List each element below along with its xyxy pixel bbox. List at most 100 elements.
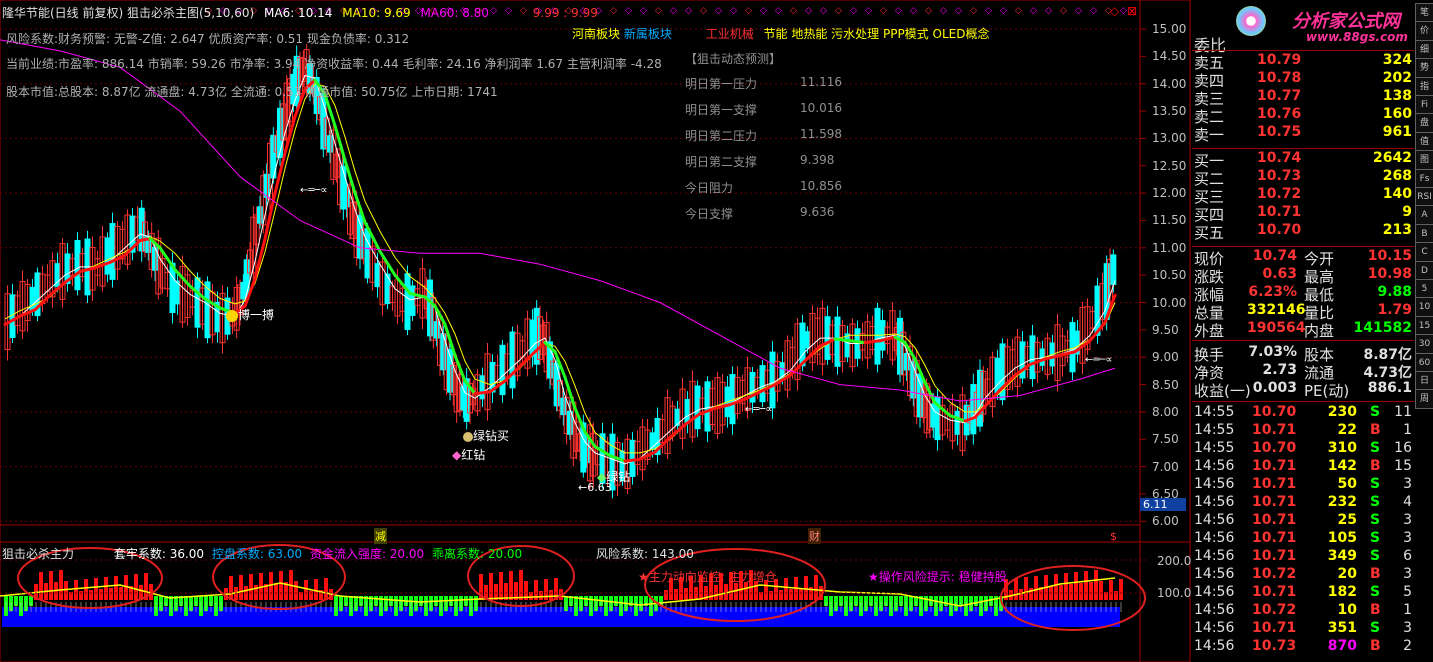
indicator-bar (789, 589, 793, 600)
tick-direction: S (1370, 512, 1381, 528)
indicator-bar (79, 591, 83, 600)
side-toolbar-button[interactable]: B (1415, 223, 1433, 244)
signal-marker-icon: ◇ (730, 6, 737, 16)
finance-value: 8.87亿 (1363, 347, 1412, 363)
signal-marker-icon: ◇ (655, 6, 662, 16)
sector-industry[interactable]: 工业机械 (706, 27, 754, 41)
quote-row: 涨幅 6.23% 最低 9.88 (1192, 284, 1414, 304)
ask-volume: 138 (1382, 88, 1412, 104)
tick-volume: 22 (1337, 422, 1357, 438)
price-tick-label: 15.00 (1152, 22, 1187, 36)
ask-row: 卖三 10.77 138 (1192, 88, 1414, 108)
price-tick-label: 13.00 (1152, 131, 1187, 146)
candle-body (109, 223, 116, 280)
sector-concepts[interactable]: 节能 地热能 污水处理 PPP模式 OLED概念 (764, 27, 990, 41)
tick-price: 10.71 (1252, 476, 1297, 492)
side-toolbar-button[interactable]: 笔 (1415, 3, 1433, 23)
chart-window-controls[interactable]: ◇ ⊠ (1110, 4, 1137, 18)
tick-count: 15 (1394, 458, 1412, 474)
indicator-bar (489, 573, 493, 600)
side-toolbar-button[interactable]: 图 (1415, 150, 1433, 171)
side-toolbar-button[interactable]: 10 (1415, 297, 1433, 318)
indicator-bar (1109, 580, 1113, 600)
quote-row: 现价 10.74 今开 10.15 (1192, 248, 1414, 268)
indicator-bar (309, 591, 313, 600)
tick-count: 11 (1394, 404, 1412, 420)
arrow-marker-icon: ←═─∝ (745, 404, 773, 415)
bid-row: 买五 10.70 213 (1192, 222, 1414, 242)
tick-time: 14:55 (1194, 422, 1235, 438)
tick-price: 10.72 (1252, 566, 1297, 582)
chart-title: 隆华节能(日线 前复权) 狙击必杀主图(5,10,60) (2, 6, 255, 20)
tick-row: 14:55 10.70 310 S 16 (1192, 440, 1414, 458)
smiley-icon (226, 309, 238, 322)
side-toolbar-button[interactable]: 5 (1415, 279, 1433, 299)
inflow-strength: 资金流入强度: 20.00 (309, 547, 425, 561)
price-tick-label: 9.00 (1152, 350, 1179, 365)
price-tick-label: 7.50 (1152, 432, 1179, 447)
signal-marker-icon: ◇ (865, 6, 872, 16)
side-toolbar-button[interactable]: 盘 (1415, 113, 1433, 134)
tick-count: 1 (1403, 422, 1412, 438)
quote-value: 1.79 (1377, 302, 1412, 318)
side-toolbar-button[interactable]: 30 (1415, 334, 1433, 355)
close-icon[interactable]: ⊠ (1127, 4, 1137, 18)
side-toolbar-button[interactable]: A (1415, 205, 1433, 226)
diamond-icon[interactable]: ◇ (1110, 4, 1119, 18)
side-toolbar-button[interactable]: 60 (1415, 352, 1433, 373)
tick-volume: 870 (1327, 638, 1357, 654)
risk-info-line: 风险系数:财务预警: 无警-Z值: 2.647 优质资产率: 0.51 现金负债… (6, 32, 410, 46)
signal-marker-icon: ◇ (745, 6, 752, 16)
side-toolbar-button[interactable]: RSI (1415, 187, 1433, 207)
side-toolbar-button[interactable]: Fi (1415, 95, 1433, 115)
sector-tags: 河南板块 新属板块 工业机械 节能 地热能 污水处理 PPP模式 OLED概念 (572, 25, 989, 42)
indicator-bar (274, 583, 278, 600)
side-toolbar-button[interactable]: 周 (1415, 389, 1433, 410)
side-toolbar-button[interactable]: 势 (1415, 58, 1433, 79)
side-toolbar-button[interactable]: Fs (1415, 168, 1433, 189)
side-toolbar-button[interactable]: 值 (1415, 131, 1433, 152)
red-diamond-annotation: ◆红钻 (452, 448, 486, 462)
tick-price: 10.71 (1252, 620, 1297, 636)
tick-direction: B (1370, 638, 1381, 654)
side-toolbar-button[interactable]: 指 (1415, 76, 1433, 97)
quote-row: 涨跌 0.63 最高 10.98 (1192, 266, 1414, 286)
side-toolbar-button[interactable]: C (1415, 242, 1433, 263)
signal-marker-icon: ◇ (790, 6, 797, 16)
candle-body (977, 369, 983, 427)
sector-henan[interactable]: 河南板块 (572, 27, 620, 41)
indicator-bar (509, 571, 513, 600)
side-toolbar-button[interactable]: 细 (1415, 39, 1433, 60)
side-toolbar-button[interactable]: 价 (1415, 21, 1433, 42)
commission-ratio-row: 委比 (1192, 32, 1414, 55)
control-coef: 控盘系数: 63.00 (211, 547, 303, 561)
tick-count: 16 (1394, 440, 1412, 456)
signal-marker-icon: ◇ (850, 6, 857, 16)
sector-new[interactable]: 新属板块 (624, 27, 672, 41)
tick-count: 2 (1403, 638, 1412, 654)
signal-marker-icon: ◇ (895, 6, 902, 16)
indicator-bar (1029, 588, 1033, 600)
tick-direction: S (1370, 476, 1381, 492)
side-toolbar-button[interactable]: D (1415, 260, 1433, 281)
trend-line-segment (863, 339, 882, 345)
candle-body (138, 207, 145, 252)
tick-price: 10.70 (1252, 404, 1297, 420)
tick-count: 3 (1403, 512, 1412, 528)
side-toolbar-button[interactable]: 15 (1415, 315, 1433, 336)
side-toolbar-button[interactable]: 日 (1415, 371, 1433, 391)
indicator-bar (314, 579, 318, 600)
tick-time: 14:56 (1194, 494, 1235, 510)
candle-body (263, 173, 270, 198)
sub-axis-200: 200.0 (1157, 554, 1192, 568)
price-tick-label: 6.00 (1152, 514, 1179, 529)
indicator-bar (1084, 571, 1088, 600)
ask-price: 10.77 (1257, 88, 1302, 104)
indicator-bar (324, 578, 328, 600)
tick-volume: 10 (1337, 602, 1357, 618)
main-force-note: ★主力动向监控: 主力增仓 (638, 570, 777, 584)
indicator-bar (109, 588, 113, 600)
indicator-bar (804, 576, 808, 600)
candle-body (433, 321, 440, 339)
price-tick-label: 10.00 (1152, 295, 1187, 310)
